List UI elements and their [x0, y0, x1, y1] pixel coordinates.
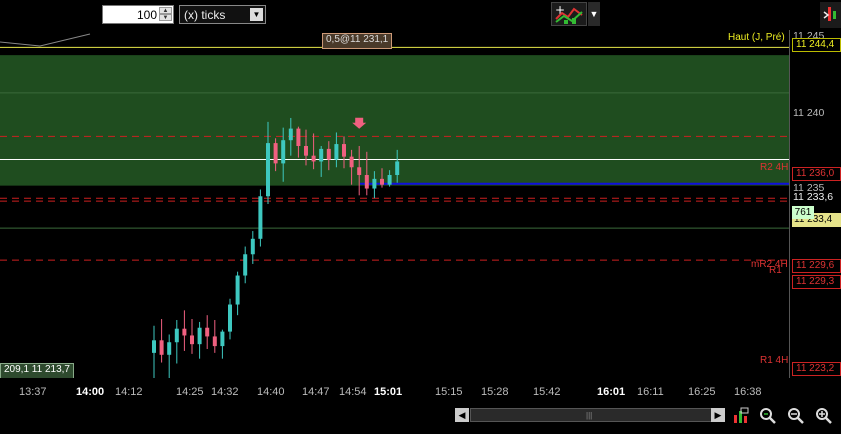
- candle-body: [205, 327, 210, 337]
- cursor-tool-button[interactable]: [820, 2, 841, 28]
- r2-price-tag: 11 236,0: [792, 167, 841, 181]
- time-label: 14:32: [211, 386, 239, 398]
- candle-body: [304, 146, 308, 156]
- scroll-left-icon[interactable]: ◀: [455, 408, 469, 422]
- r1-price-tag: 11 223,2: [792, 362, 841, 376]
- time-label: 15:28: [481, 386, 509, 398]
- cursor-tool-icon: [823, 7, 836, 21]
- chart-plot-area[interactable]: [0, 30, 789, 378]
- time-label: 14:54: [339, 386, 367, 398]
- time-axis[interactable]: 13:37 14:00 14:12 14:25 14:32 14:40 14:4…: [0, 378, 841, 408]
- candle-body: [326, 148, 331, 160]
- zoom-in-button[interactable]: [815, 407, 833, 425]
- candle-body: [182, 328, 187, 336]
- candle-body: [372, 178, 377, 189]
- price-tag-bottom-left: 209,1 11 213,7: [0, 363, 74, 379]
- r1-short-price-tag: 11 229,3: [792, 275, 841, 289]
- time-label: 16:25: [688, 386, 716, 398]
- candlestick-chart: [0, 33, 789, 378]
- candle-body: [395, 161, 400, 175]
- horizontal-scrollbar[interactable]: |||: [470, 408, 725, 422]
- time-label: 15:01: [374, 386, 403, 398]
- quantity-stepper[interactable]: 100 ▲ ▼: [102, 5, 174, 24]
- price-axis[interactable]: [789, 30, 841, 378]
- candle-body: [364, 175, 369, 189]
- candle-body: [266, 143, 270, 197]
- candle-body: [273, 143, 278, 164]
- candle-body: [220, 331, 225, 347]
- haut-price-tag: 11 244,4: [792, 38, 841, 52]
- candle-body: [190, 335, 194, 345]
- bar-settings-button[interactable]: [732, 407, 750, 425]
- candle-body: [380, 178, 384, 185]
- candle-body: [281, 140, 286, 164]
- candle-body: [174, 328, 179, 343]
- zoom-fit-button[interactable]: [759, 407, 777, 425]
- chart-objects-button[interactable]: +: [551, 2, 587, 26]
- time-label: 14:25: [176, 386, 204, 398]
- zoom-out-button[interactable]: [787, 407, 805, 425]
- unit-select[interactable]: (x) ticks ▼: [179, 5, 266, 24]
- time-label: 14:40: [257, 386, 285, 398]
- candle-body: [288, 128, 293, 141]
- chevron-down-icon[interactable]: ▼: [250, 8, 263, 21]
- resistance-zone: [0, 55, 789, 186]
- r1-level-label-short: R1: [769, 265, 782, 276]
- candle-body: [228, 304, 232, 332]
- time-label: 13:37: [19, 386, 47, 398]
- candle-body: [342, 144, 346, 157]
- bar-settings-icon: [734, 407, 749, 423]
- candle-body: [152, 340, 156, 353]
- time-label: 14:00: [76, 386, 105, 398]
- stepper-up-icon[interactable]: ▲: [159, 7, 172, 14]
- unit-select-value: (x) ticks: [184, 8, 226, 22]
- candle-body: [235, 275, 240, 305]
- zoom-fit-icon: [760, 408, 776, 424]
- candle-body: [250, 238, 255, 255]
- zoom-out-icon: [788, 408, 804, 424]
- order-tag[interactable]: 0,5@11 231,1: [322, 33, 393, 49]
- candle-body: [357, 167, 362, 175]
- r1-level-label: R1 4H: [760, 355, 789, 366]
- time-label: 14:12: [115, 386, 143, 398]
- price-label: 11 240: [793, 107, 825, 119]
- time-label: 16:01: [597, 386, 626, 398]
- chart-objects-dropdown-icon[interactable]: ▼: [588, 2, 600, 26]
- scroll-grip-icon[interactable]: |||: [586, 411, 592, 420]
- haut-level-label: Haut (J, Pré): [728, 32, 785, 43]
- time-label: 16:11: [637, 386, 664, 398]
- r2-level-label: R2 4H: [760, 162, 789, 173]
- time-label: 16:38: [734, 386, 762, 398]
- chart-objects-icon: +: [555, 3, 583, 24]
- candle-body: [319, 148, 324, 162]
- mr2-price-tag: 11 229,6: [792, 259, 841, 273]
- candle-body: [349, 156, 354, 168]
- scroll-right-icon[interactable]: ▶: [711, 408, 725, 422]
- time-label: 14:47: [302, 386, 330, 398]
- quantity-value: 100: [136, 8, 157, 22]
- candle-body: [387, 175, 392, 185]
- candle-body: [212, 336, 217, 347]
- candle-body: [167, 342, 172, 355]
- candle-body: [159, 340, 164, 355]
- white-line-price-tag: 11 233,6: [793, 191, 834, 203]
- zoom-in-icon: [816, 408, 832, 424]
- candle-body: [334, 144, 339, 160]
- volume-tag: 761: [792, 206, 814, 219]
- candle-body: [243, 254, 248, 276]
- time-label: 15:15: [435, 386, 463, 398]
- candle-body: [197, 327, 202, 345]
- trend-line: [0, 33, 91, 47]
- stepper-arrows[interactable]: ▲ ▼: [159, 7, 172, 22]
- candle-body: [296, 128, 301, 146]
- time-label: 15:42: [533, 386, 561, 398]
- chart-toolbar: 100 ▲ ▼ (x) ticks ▼ + ▼: [0, 0, 841, 30]
- candle-body: [311, 155, 316, 162]
- stepper-down-icon[interactable]: ▼: [159, 14, 172, 21]
- candle-body: [258, 196, 263, 239]
